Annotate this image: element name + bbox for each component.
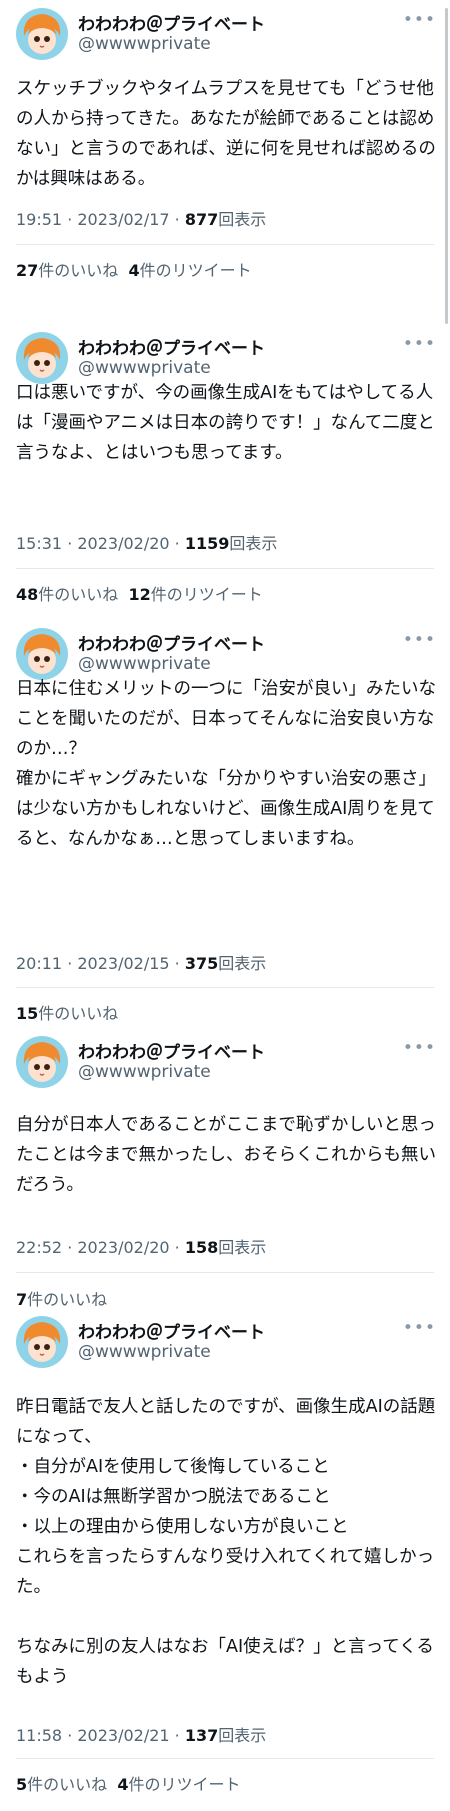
display-name[interactable]: わわわわ＠プライベート	[78, 10, 265, 35]
tweet-card: わわわわ＠プライベート @wwwwprivate ••• 自分が日本人であること…	[0, 1036, 450, 1316]
likes-label[interactable]: 件のいいね	[27, 1775, 107, 1794]
retweets-label[interactable]: 件のリツイート	[140, 261, 252, 280]
avatar[interactable]	[16, 332, 68, 384]
user-handle[interactable]: @wwwwprivate	[78, 654, 211, 674]
likes-label[interactable]: 件のいいね	[38, 585, 118, 604]
likes-count[interactable]: 27	[16, 261, 38, 280]
display-name[interactable]: わわわわ＠プライベート	[78, 1038, 265, 1063]
tweet-meta: 11:58 · 2023/02/21 · 137回表示	[16, 1722, 266, 1746]
timestamp[interactable]: 19:51 · 2023/02/17 ·	[16, 210, 185, 229]
likes-count[interactable]: 7	[16, 1290, 27, 1309]
retweets-count[interactable]: 12	[128, 585, 150, 604]
display-name[interactable]: わわわわ＠プライベート	[78, 1318, 265, 1343]
tweet-meta: 15:31 · 2023/02/20 · 1159回表示	[16, 530, 277, 554]
divider	[16, 1272, 434, 1273]
more-options-icon[interactable]: •••	[403, 12, 436, 29]
view-count-label: 回表示	[218, 210, 267, 229]
divider	[16, 244, 434, 245]
view-count: 158	[184, 1238, 219, 1257]
likes-label[interactable]: 件のいいね	[38, 1004, 118, 1023]
view-count: 375	[184, 954, 219, 973]
user-handle[interactable]: @wwwwprivate	[78, 1062, 211, 1082]
timestamp[interactable]: 22:52 · 2023/02/20 ·	[16, 1238, 185, 1257]
display-name[interactable]: わわわわ＠プライベート	[78, 334, 265, 359]
view-count-label: 回表示	[218, 1238, 267, 1257]
tweet-card: わわわわ＠プライベート @wwwwprivate ••• 昨日電話で友人と話した…	[0, 1316, 450, 1811]
view-count: 137	[184, 1726, 219, 1745]
view-count-label: 回表示	[218, 954, 267, 973]
view-count: 1159	[184, 534, 230, 553]
user-handle[interactable]: @wwwwprivate	[78, 358, 211, 378]
view-count-label: 回表示	[229, 534, 278, 553]
retweets-count[interactable]: 4	[117, 1775, 128, 1794]
tweet-text: 自分が日本人であることがここまで恥ずかしいと思ったことは今まで無かったし、おそら…	[16, 1115, 436, 1195]
more-options-icon[interactable]: •••	[403, 1320, 436, 1337]
timestamp[interactable]: 15:31 · 2023/02/20 ·	[16, 534, 185, 553]
engagement-stats: 7件のいいね	[16, 1286, 107, 1310]
likes-label[interactable]: 件のいいね	[38, 261, 118, 280]
tweet-meta: 19:51 · 2023/02/17 · 877回表示	[16, 206, 266, 230]
user-handle[interactable]: @wwwwprivate	[78, 34, 211, 54]
engagement-stats: 15件のいいね	[16, 1000, 118, 1024]
view-count-label: 回表示	[218, 1726, 267, 1745]
user-handle[interactable]: @wwwwprivate	[78, 1342, 211, 1362]
avatar[interactable]	[16, 8, 68, 60]
engagement-stats: 27件のいいね 4件のリツイート	[16, 257, 252, 281]
tweet-card: わわわわ＠プライベート @wwwwprivate ••• 口は悪いですが、今の画…	[0, 332, 450, 622]
tweet-text: 日本に住むメリットの一つに「治安が良い」みたいなことを聞いたのだが、日本ってそん…	[16, 679, 436, 849]
tweet-meta: 20:11 · 2023/02/15 · 375回表示	[16, 950, 266, 974]
timestamp[interactable]: 11:58 · 2023/02/21 ·	[16, 1726, 185, 1745]
likes-label[interactable]: 件のいいね	[27, 1290, 107, 1309]
avatar[interactable]	[16, 1316, 68, 1368]
more-options-icon[interactable]: •••	[403, 336, 436, 353]
divider	[16, 1758, 434, 1759]
more-options-icon[interactable]: •••	[403, 1040, 436, 1057]
likes-count[interactable]: 15	[16, 1004, 38, 1023]
timestamp[interactable]: 20:11 · 2023/02/15 ·	[16, 954, 185, 973]
tweet-text: スケッチブックやタイムラプスを見せても「どうせ他の人から持ってきた。あなたが絵師…	[16, 79, 436, 189]
divider	[16, 987, 434, 988]
tweet-meta: 22:52 · 2023/02/20 · 158回表示	[16, 1234, 266, 1258]
tweet-text: 口は悪いですが、今の画像生成AIをもてはやしてる人は「漫画やアニメは日本の誇りで…	[16, 383, 435, 463]
retweets-label[interactable]: 件のリツイート	[128, 1775, 240, 1794]
likes-count[interactable]: 48	[16, 585, 38, 604]
tweet-card: わわわわ＠プライベート @wwwwprivate ••• 日本に住むメリットの一…	[0, 628, 450, 1028]
tweet-text: 昨日電話で友人と話したのですが、画像生成AIの話題になって、 ・自分がAIを使用…	[16, 1397, 436, 1687]
retweets-label[interactable]: 件のリツイート	[151, 585, 263, 604]
avatar[interactable]	[16, 628, 68, 680]
view-count: 877	[184, 210, 219, 229]
divider	[16, 568, 434, 569]
engagement-stats: 5件のいいね 4件のリツイート	[16, 1771, 240, 1795]
avatar[interactable]	[16, 1036, 68, 1088]
engagement-stats: 48件のいいね 12件のリツイート	[16, 581, 263, 605]
tweet-card: わわわわ＠プライベート @wwwwprivate ••• スケッチブックやタイム…	[0, 8, 450, 328]
retweets-count[interactable]: 4	[128, 261, 139, 280]
likes-count[interactable]: 5	[16, 1775, 27, 1794]
more-options-icon[interactable]: •••	[403, 632, 436, 649]
display-name[interactable]: わわわわ＠プライベート	[78, 630, 265, 655]
